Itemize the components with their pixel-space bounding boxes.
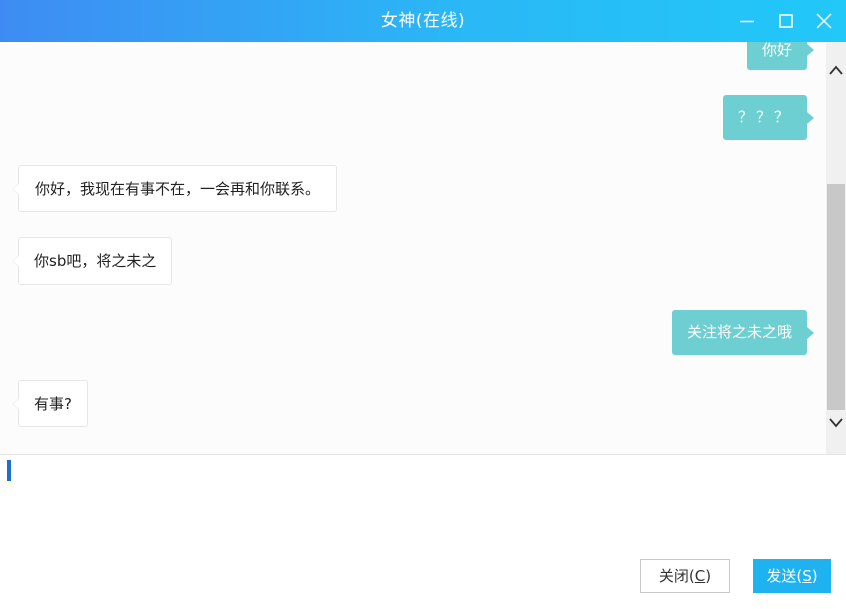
outgoing-message: 你好 <box>746 42 815 70</box>
minimize-icon <box>740 20 754 23</box>
scroll-up-button[interactable] <box>826 59 846 81</box>
maximize-icon <box>779 14 793 28</box>
close-button[interactable]: 关闭(C) <box>640 559 730 593</box>
chevron-up-icon <box>829 65 843 75</box>
incoming-message: 你好，我现在有事不在，一会再和你联系。 <box>11 165 338 212</box>
text-caret <box>7 460 11 481</box>
chat-window: 女神(在线) 你好 ？？？ 你好，我现在有事不在，一会再和你联系。 你sb吧，将… <box>0 0 846 609</box>
send-button-suffix: ) <box>811 567 818 585</box>
scroll-thumb[interactable] <box>827 184 845 410</box>
send-button[interactable]: 发送(S) <box>753 559 831 593</box>
message-input[interactable] <box>0 455 846 547</box>
vertical-scrollbar[interactable] <box>826 42 846 454</box>
close-window-button[interactable] <box>814 11 834 31</box>
incoming-message: 你sb吧，将之未之 <box>11 237 173 285</box>
close-icon <box>816 13 832 29</box>
chevron-down-icon <box>829 418 843 428</box>
scroll-down-button[interactable] <box>826 412 846 434</box>
window-title: 女神(在线) <box>380 11 466 31</box>
maximize-button[interactable] <box>776 11 796 31</box>
outgoing-message: 关注将之未之哦 <box>671 310 815 355</box>
send-button-label: 发送( <box>766 567 803 585</box>
title-bar[interactable]: 女神(在线) <box>0 0 846 42</box>
minimize-button[interactable] <box>737 11 757 31</box>
incoming-message: 有事? <box>12 380 88 427</box>
send-button-hotkey: S <box>802 567 812 585</box>
close-button-label: 关闭( <box>658 567 695 585</box>
close-button-suffix: ) <box>705 567 712 585</box>
outgoing-message: ？？？ <box>722 95 815 140</box>
close-button-hotkey: C <box>694 567 706 585</box>
message-list[interactable]: 你好 ？？？ 你好，我现在有事不在，一会再和你联系。 你sb吧，将之未之 关注将… <box>0 42 826 454</box>
